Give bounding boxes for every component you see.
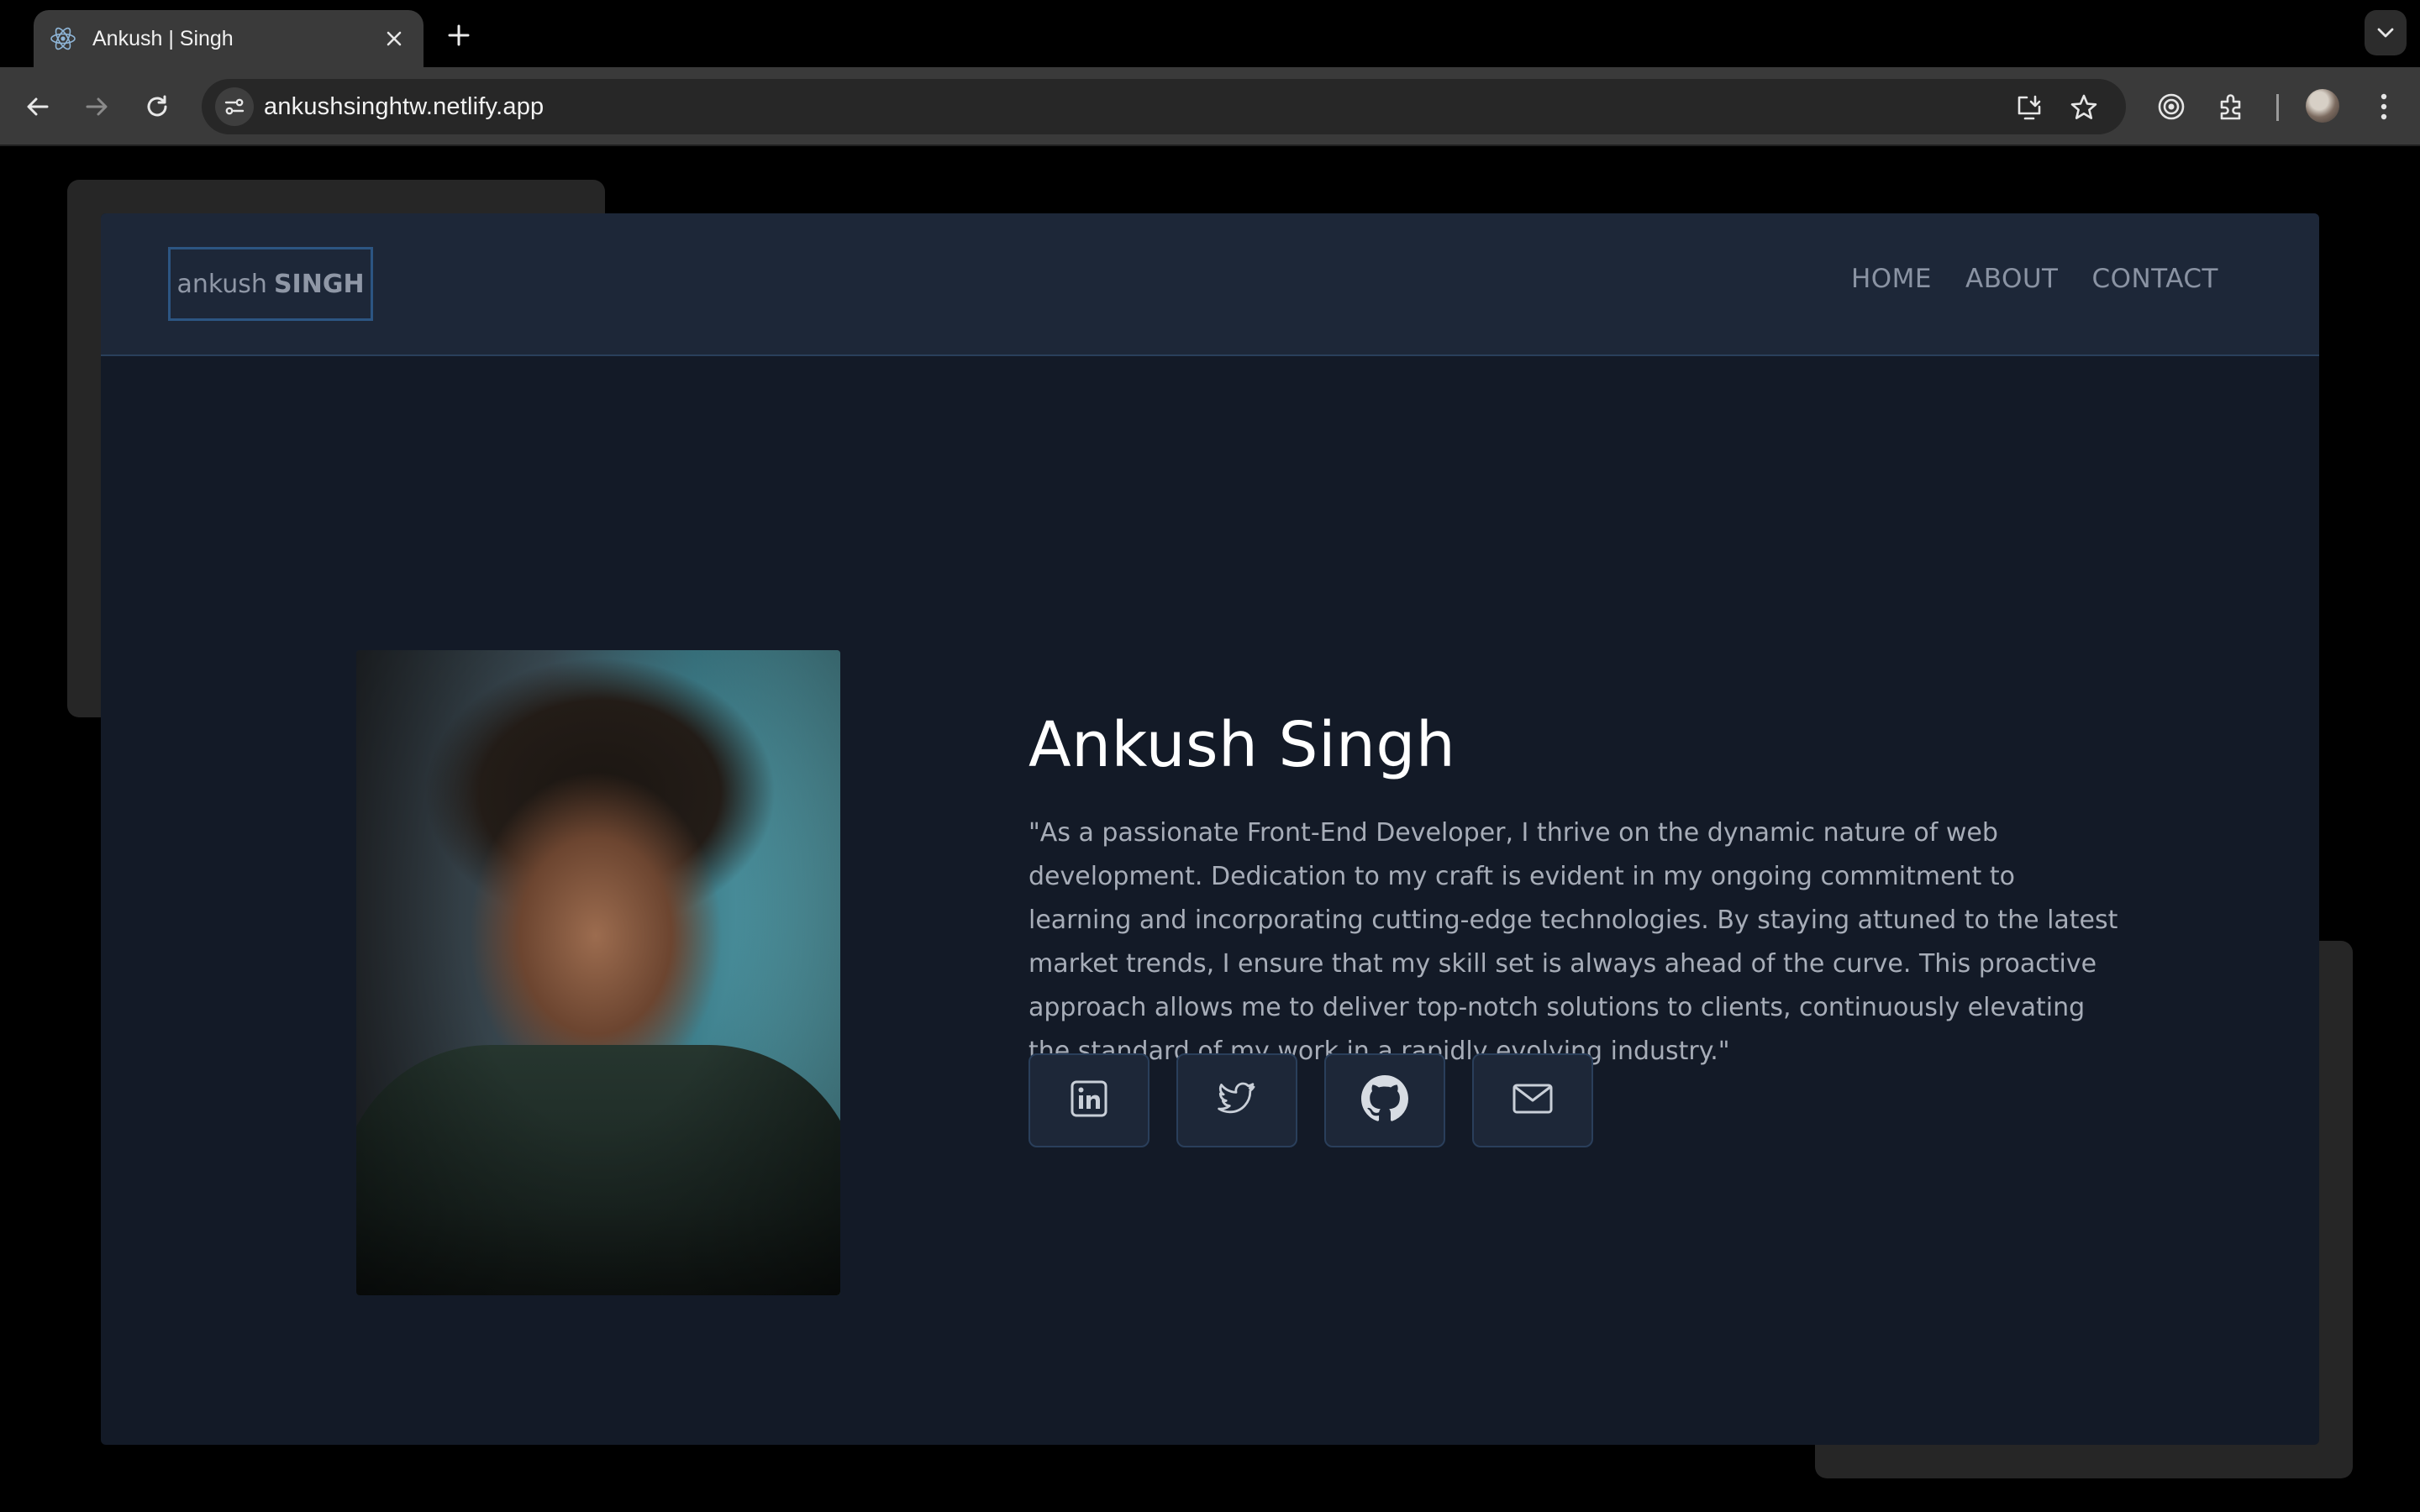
- twitter-icon: [1217, 1079, 1257, 1123]
- linkedin-button[interactable]: [1028, 1053, 1150, 1147]
- new-tab-icon[interactable]: [440, 17, 477, 54]
- site-header: ankush SINGH HOME ABOUT CONTACT: [101, 213, 2319, 356]
- extensions-puzzle-icon[interactable]: [2214, 89, 2249, 124]
- main-nav: HOME ABOUT CONTACT: [1851, 264, 2218, 294]
- linkedin-icon: [1069, 1079, 1109, 1123]
- browser-tab[interactable]: Ankush | Singh: [34, 10, 424, 67]
- nav-about[interactable]: ABOUT: [1965, 264, 2058, 294]
- site-info-icon[interactable]: [215, 87, 254, 126]
- install-app-icon[interactable]: [2012, 91, 2046, 124]
- tab-list-chevron-icon[interactable]: [2365, 10, 2407, 55]
- email-button[interactable]: [1472, 1053, 1593, 1147]
- portfolio-card: ankush SINGH HOME ABOUT CONTACT Ankush S…: [101, 213, 2319, 1445]
- profile-photo: [356, 650, 840, 1295]
- email-icon: [1511, 1077, 1555, 1125]
- bookmark-star-icon[interactable]: [2067, 91, 2101, 124]
- github-button[interactable]: [1324, 1053, 1445, 1147]
- back-icon[interactable]: [18, 87, 57, 126]
- browser-tab-strip: Ankush | Singh: [0, 0, 2420, 67]
- address-bar[interactable]: ankushsinghtw.netlify.app: [202, 79, 2126, 134]
- logo-first: ankush: [176, 269, 267, 299]
- close-tab-icon[interactable]: [380, 24, 408, 53]
- hero-name: Ankush Singh: [1028, 709, 1456, 781]
- logo-last: SINGH: [273, 269, 365, 299]
- nav-home[interactable]: HOME: [1851, 264, 1932, 294]
- kebab-menu-icon[interactable]: [2366, 89, 2402, 124]
- nav-contact[interactable]: CONTACT: [2091, 264, 2218, 294]
- photo-vignette: [356, 650, 840, 1295]
- forward-icon[interactable]: [77, 87, 116, 126]
- profile-avatar[interactable]: [2306, 89, 2339, 123]
- page-viewport: ankush SINGH HOME ABOUT CONTACT Ankush S…: [0, 146, 2420, 1512]
- twitter-button[interactable]: [1176, 1053, 1297, 1147]
- hero-bio: "As a passionate Front-End Developer, I …: [1028, 818, 2118, 1066]
- social-links: [1028, 1053, 1593, 1147]
- react-icon: [49, 24, 77, 53]
- site-logo[interactable]: ankush SINGH: [168, 247, 373, 321]
- reload-icon[interactable]: [138, 87, 176, 126]
- extension-target-icon[interactable]: [2154, 89, 2189, 124]
- url-text: ankushsinghtw.netlify.app: [264, 93, 544, 120]
- github-icon: [1361, 1074, 1408, 1126]
- browser-toolbar: ankushsinghtw.netlify.app: [0, 67, 2420, 146]
- tab-title: Ankush | Singh: [92, 26, 234, 50]
- toolbar-divider: [2276, 94, 2279, 121]
